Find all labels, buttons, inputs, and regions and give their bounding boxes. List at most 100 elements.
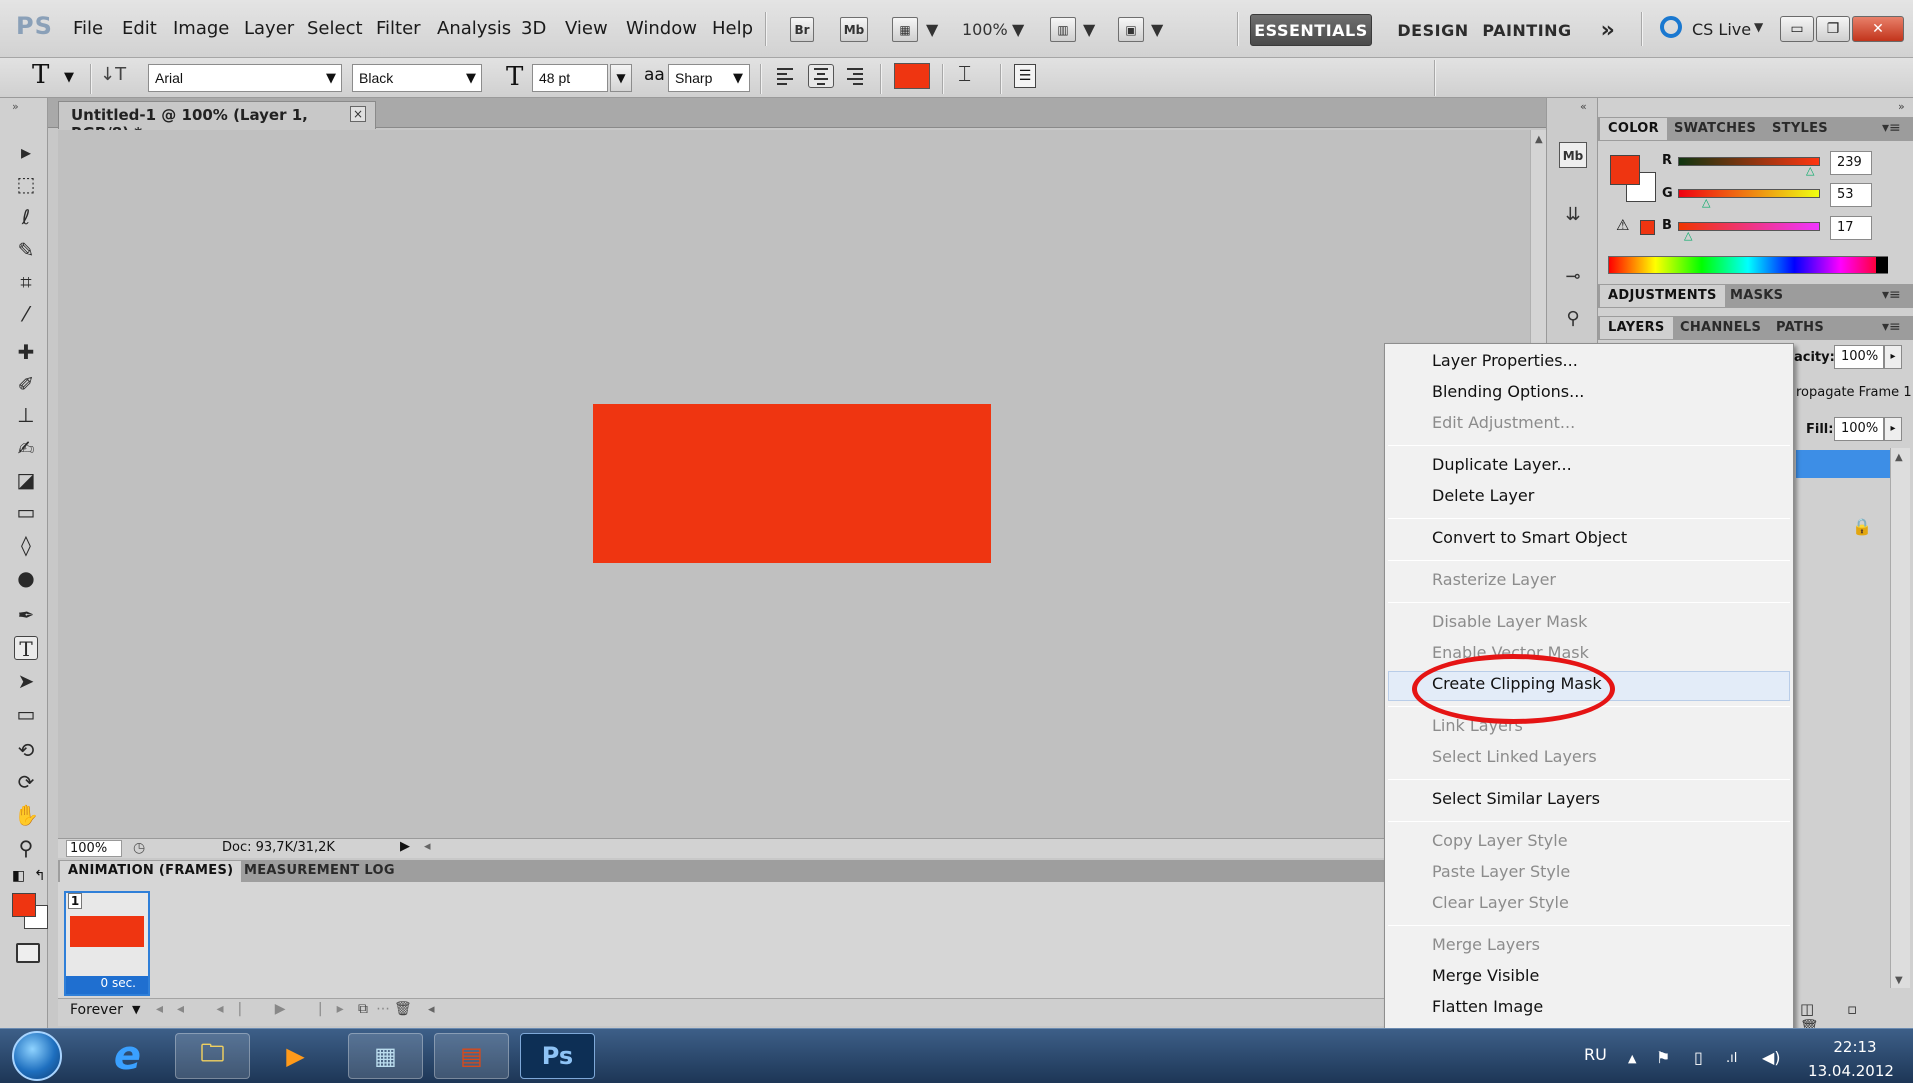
expand-icon[interactable]: »	[1898, 100, 1905, 113]
blur-tool-icon[interactable]: ◊	[14, 533, 38, 557]
tab-color[interactable]: COLOR	[1600, 118, 1667, 140]
text-color-swatch[interactable]	[894, 63, 930, 89]
gradient-tool-icon[interactable]: ▭	[14, 500, 38, 524]
restore-button[interactable]: ❐	[1816, 16, 1850, 42]
align-left-button[interactable]	[772, 64, 798, 88]
foreground-color-swatch[interactable]	[1610, 155, 1640, 185]
menu-file[interactable]: File	[73, 18, 103, 39]
selected-layer-row[interactable]	[1796, 450, 1890, 478]
lasso-tool-icon[interactable]: ℓ	[14, 205, 38, 229]
foreground-color-swatch[interactable]	[12, 893, 36, 917]
chevron-down-icon[interactable]: ▼	[64, 70, 74, 85]
workspace-essentials-button[interactable]: ESSENTIALS	[1250, 14, 1372, 46]
media-player-icon[interactable]: ▶	[258, 1033, 333, 1079]
menu-edit[interactable]: Edit	[122, 18, 157, 39]
clock-time[interactable]: 22:13	[1826, 1038, 1884, 1056]
action-center-flag-icon[interactable]: ⚑	[1656, 1048, 1670, 1067]
hand-tool-icon[interactable]: ✋	[14, 803, 39, 827]
menu-view[interactable]: View	[565, 18, 608, 39]
close-icon[interactable]: ×	[350, 106, 366, 122]
green-slider[interactable]	[1678, 189, 1820, 198]
history-brush-tool-icon[interactable]: ✍	[14, 436, 38, 460]
tab-adjustments[interactable]: ADJUSTMENTS	[1600, 285, 1725, 307]
panel-menu-icon[interactable]: ▾≡	[1882, 287, 1901, 303]
trash-icon[interactable]: 🗑	[394, 1001, 412, 1017]
menu-item-merge-layers[interactable]: Merge Layers	[1432, 935, 1540, 954]
marquee-tool-icon[interactable]: ⬚	[14, 172, 38, 196]
menu-window[interactable]: Window	[626, 18, 697, 39]
eraser-tool-icon[interactable]: ◪	[14, 468, 38, 492]
menu-item-convert-to-smart-object[interactable]: Convert to Smart Object	[1432, 528, 1627, 547]
adjustments-icon[interactable]: ⊸	[1559, 264, 1587, 290]
status-info-icon[interactable]: ◷	[133, 840, 145, 856]
menu-item-blending-options[interactable]: Blending Options...	[1432, 382, 1584, 401]
cslive-button[interactable]: CS Live	[1692, 20, 1751, 39]
status-menu-arrow-icon[interactable]: ▶	[400, 839, 410, 854]
collapse-icon[interactable]: «	[1580, 100, 1587, 113]
warp-text-icon[interactable]: ⌶	[958, 62, 971, 87]
menu-item-edit-adjustment[interactable]: Edit Adjustment...	[1432, 413, 1575, 432]
slider-thumb-icon[interactable]: △	[1806, 164, 1814, 177]
propagate-frame-label[interactable]: ropagate Frame 1	[1796, 385, 1912, 400]
zoom-level[interactable]: 100%	[962, 20, 1008, 39]
menu-item-clear-layer-style[interactable]: Clear Layer Style	[1432, 893, 1569, 912]
clock-date[interactable]: 13.04.2012	[1804, 1062, 1898, 1080]
color-spectrum-bar[interactable]	[1608, 256, 1888, 274]
menu-item-disable-layer-mask[interactable]: Disable Layer Mask	[1432, 612, 1587, 631]
blue-slider[interactable]	[1678, 222, 1820, 231]
dodge-tool-icon[interactable]: ●	[14, 566, 38, 590]
rectangle-tool-icon[interactable]: ▭	[14, 702, 38, 726]
chevron-right-icon[interactable]: ▸	[1884, 345, 1902, 369]
green-value-field[interactable]: 53	[1830, 183, 1872, 207]
bridge-button[interactable]: Br	[790, 17, 814, 42]
file-explorer-icon[interactable]: 🗀	[175, 1033, 250, 1079]
eyedropper-tool-icon[interactable]: ⁄	[14, 302, 38, 326]
network-signal-icon[interactable]: .ıl	[1726, 1051, 1737, 1066]
chevron-down-icon[interactable]: ▼	[132, 1003, 140, 1016]
character-panel-icon[interactable]: ☰	[1014, 64, 1036, 88]
workspace-painting-button[interactable]: PAINTING	[1482, 14, 1571, 46]
presentation-app-icon[interactable]: ▤	[434, 1033, 509, 1079]
scroll-up-icon[interactable]: ▲	[1535, 134, 1543, 145]
slider-thumb-icon[interactable]: △	[1702, 196, 1710, 209]
remote-desktop-icon[interactable]: ▦	[348, 1033, 423, 1079]
history-icon[interactable]: ⇊	[1559, 202, 1587, 228]
opacity-field[interactable]: 100%	[1834, 345, 1884, 369]
path-selection-tool-icon[interactable]: ➤	[14, 669, 38, 693]
scroll-left-icon[interactable]: ◂	[428, 1002, 435, 1017]
battery-icon[interactable]: ▯	[1694, 1048, 1703, 1067]
crop-tool-icon[interactable]: ⌗	[14, 270, 38, 294]
menu-filter[interactable]: Filter	[376, 18, 421, 39]
text-orientation-icon[interactable]: ↓T	[100, 64, 126, 85]
tab-measurement-log[interactable]: MEASUREMENT LOG	[236, 861, 403, 882]
chevron-down-icon[interactable]: ▼	[926, 20, 938, 39]
chevron-down-icon[interactable]: ▼	[610, 64, 632, 92]
minibridge-icon[interactable]: Mb	[1559, 142, 1587, 168]
scroll-down-icon[interactable]: ▼	[1895, 975, 1903, 986]
menu-layer[interactable]: Layer	[244, 18, 294, 39]
red-rectangle-layer[interactable]	[593, 404, 991, 563]
layers-icon[interactable]: ⚲	[1559, 306, 1587, 332]
menu-item-delete-layer[interactable]: Delete Layer	[1432, 486, 1534, 505]
quick-selection-tool-icon[interactable]: ✎	[14, 238, 38, 262]
type-tool-icon[interactable]: T	[14, 636, 38, 661]
clone-stamp-tool-icon[interactable]: ⊥	[14, 403, 38, 427]
tab-masks[interactable]: MASKS	[1722, 285, 1791, 307]
menu-help[interactable]: Help	[712, 18, 753, 39]
default-colors-icon[interactable]: ◧	[12, 868, 25, 884]
tab-layers[interactable]: LAYERS	[1600, 317, 1673, 339]
menu-item-select-similar-layers[interactable]: Select Similar Layers	[1432, 789, 1600, 808]
chevron-down-icon[interactable]: ▼	[1754, 20, 1763, 34]
chevron-down-icon[interactable]: ▼	[1012, 20, 1024, 39]
gamut-swatch[interactable]	[1640, 220, 1655, 235]
font-family-field[interactable]: Arial	[148, 64, 342, 92]
quick-mask-icon[interactable]	[16, 943, 40, 963]
menu-item-layer-properties[interactable]: Layer Properties...	[1432, 351, 1578, 370]
workspace-design-button[interactable]: DESIGN	[1385, 14, 1481, 46]
chevron-down-icon[interactable]: ▼	[1151, 20, 1163, 39]
menu-item-rasterize-layer[interactable]: Rasterize Layer	[1432, 570, 1556, 589]
chevron-down-icon[interactable]: ▼	[466, 71, 476, 86]
arrange-documents-icon[interactable]: ▥	[1050, 17, 1076, 42]
menu-analysis[interactable]: Analysis	[437, 18, 511, 39]
start-button[interactable]	[12, 1031, 62, 1081]
